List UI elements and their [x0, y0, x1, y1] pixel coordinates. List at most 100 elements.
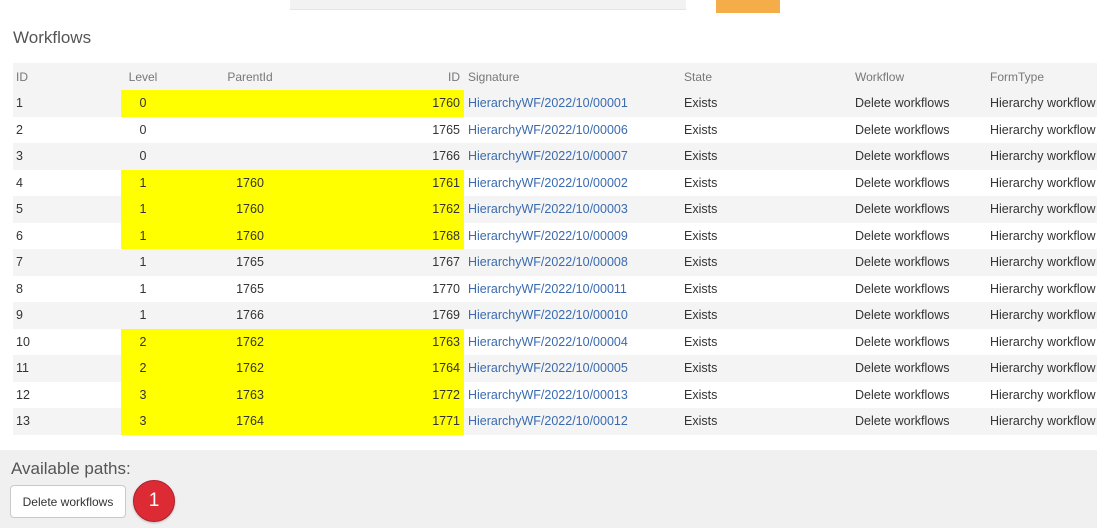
cell-state: Exists: [680, 408, 851, 435]
column-header-idx[interactable]: ID: [13, 63, 121, 90]
cell-workflow: Delete workflows: [851, 143, 986, 170]
annotation-badge: 1: [133, 480, 175, 522]
cell-state: Exists: [680, 302, 851, 329]
table-row[interactable]: 9 1 1766 1769 HierarchyWF/2022/10/00010 Exist…: [13, 302, 1097, 329]
cell-state: Exists: [680, 90, 851, 117]
cell-parent-id: 1762: [165, 355, 335, 382]
cell-idx: 12: [13, 381, 121, 408]
cell-form-type: Hierarchy workflow: [986, 275, 1097, 302]
cell-level: 0: [121, 116, 165, 143]
cell-state: Exists: [680, 381, 851, 408]
cell-idx: 4: [13, 169, 121, 196]
signature-link[interactable]: HierarchyWF/2022/10/00003: [468, 202, 628, 216]
signature-link[interactable]: HierarchyWF/2022/10/00012: [468, 414, 628, 428]
cell-form-type: Hierarchy workflow: [986, 381, 1097, 408]
cell-workflow: Delete workflows: [851, 90, 986, 117]
signature-link[interactable]: HierarchyWF/2022/10/00007: [468, 149, 628, 163]
column-header-workflow[interactable]: Workflow: [851, 63, 986, 90]
cell-form-type: Hierarchy workflow: [986, 355, 1097, 382]
cell-level: 2: [121, 328, 165, 355]
cell-signature: HierarchyWF/2022/10/00010: [464, 302, 680, 329]
table-row[interactable]: 1 0 1760 HierarchyWF/2022/10/00001 Exists Del…: [13, 90, 1097, 117]
cell-signature: HierarchyWF/2022/10/00004: [464, 328, 680, 355]
cell-parent-id: [165, 143, 335, 170]
cell-state: Exists: [680, 249, 851, 276]
table-row[interactable]: 4 1 1760 1761 HierarchyWF/2022/10/00002 Exist…: [13, 169, 1097, 196]
cell-state: Exists: [680, 196, 851, 223]
table-header-row: ID Level ParentId ID Signature State Wor…: [13, 63, 1097, 90]
table-row[interactable]: 5 1 1760 1762 HierarchyWF/2022/10/00003 Exist…: [13, 196, 1097, 223]
cell-level: 1: [121, 275, 165, 302]
table-row[interactable]: 10 2 1762 1763 HierarchyWF/2022/10/00004 Exis…: [13, 328, 1097, 355]
cell-idx: 3: [13, 143, 121, 170]
cell-level: 1: [121, 222, 165, 249]
cell-workflow: Delete workflows: [851, 116, 986, 143]
cell-form-type: Hierarchy workflow: [986, 408, 1097, 435]
cell-signature: HierarchyWF/2022/10/00002: [464, 169, 680, 196]
cell-form-type: Hierarchy workflow: [986, 116, 1097, 143]
available-paths-label: Available paths:: [11, 459, 131, 478]
cell-state: Exists: [680, 328, 851, 355]
signature-link[interactable]: HierarchyWF/2022/10/00009: [468, 229, 628, 243]
column-header-level[interactable]: Level: [121, 63, 165, 90]
cell-form-type: Hierarchy workflow: [986, 143, 1097, 170]
cell-level: 1: [121, 302, 165, 329]
cell-signature: HierarchyWF/2022/10/00007: [464, 143, 680, 170]
signature-link[interactable]: HierarchyWF/2022/10/00011: [468, 282, 627, 296]
signature-link[interactable]: HierarchyWF/2022/10/00008: [468, 255, 628, 269]
cell-signature: HierarchyWF/2022/10/00003: [464, 196, 680, 223]
top-orange-button[interactable]: [716, 0, 780, 13]
cell-form-type: Hierarchy workflow: [986, 302, 1097, 329]
cell-id: 1761: [335, 169, 464, 196]
cell-workflow: Delete workflows: [851, 275, 986, 302]
column-header-signature[interactable]: Signature: [464, 63, 680, 90]
cell-idx: 5: [13, 196, 121, 223]
table-row[interactable]: 11 2 1762 1764 HierarchyWF/2022/10/00005 Exis…: [13, 355, 1097, 382]
cell-form-type: Hierarchy workflow: [986, 222, 1097, 249]
top-search-bar[interactable]: [290, 0, 686, 10]
cell-idx: 10: [13, 328, 121, 355]
cell-level: 0: [121, 90, 165, 117]
cell-idx: 2: [13, 116, 121, 143]
signature-link[interactable]: HierarchyWF/2022/10/00002: [468, 176, 628, 190]
cell-state: Exists: [680, 275, 851, 302]
cell-id: 1763: [335, 328, 464, 355]
signature-link[interactable]: HierarchyWF/2022/10/00010: [468, 308, 628, 322]
cell-state: Exists: [680, 116, 851, 143]
signature-link[interactable]: HierarchyWF/2022/10/00001: [468, 96, 628, 110]
column-header-parent-id[interactable]: ParentId: [165, 63, 335, 90]
table-row[interactable]: 8 1 1765 1770 HierarchyWF/2022/10/00011 Exist…: [13, 275, 1097, 302]
table-row[interactable]: 6 1 1760 1768 HierarchyWF/2022/10/00009 Exist…: [13, 222, 1097, 249]
table-row[interactable]: 2 0 1765 HierarchyWF/2022/10/00006 Exists Del…: [13, 116, 1097, 143]
table-row[interactable]: 12 3 1763 1772 HierarchyWF/2022/10/00013 Exis…: [13, 381, 1097, 408]
signature-link[interactable]: HierarchyWF/2022/10/00005: [468, 361, 628, 375]
column-header-form-type[interactable]: FormType: [986, 63, 1097, 90]
signature-link[interactable]: HierarchyWF/2022/10/00006: [468, 123, 628, 137]
cell-idx: 1: [13, 90, 121, 117]
cell-workflow: Delete workflows: [851, 249, 986, 276]
cell-signature: HierarchyWF/2022/10/00009: [464, 222, 680, 249]
workflows-table-container: ID Level ParentId ID Signature State Wor…: [13, 63, 1097, 435]
signature-link[interactable]: HierarchyWF/2022/10/00004: [468, 335, 628, 349]
cell-signature: HierarchyWF/2022/10/00013: [464, 381, 680, 408]
cell-id: 1768: [335, 222, 464, 249]
cell-level: 1: [121, 196, 165, 223]
cell-parent-id: 1765: [165, 249, 335, 276]
table-row[interactable]: 3 0 1766 HierarchyWF/2022/10/00007 Exists Del…: [13, 143, 1097, 170]
column-header-id[interactable]: ID: [335, 63, 464, 90]
delete-workflows-button[interactable]: Delete workflows: [10, 485, 126, 518]
cell-signature: HierarchyWF/2022/10/00012: [464, 408, 680, 435]
cell-form-type: Hierarchy workflow: [986, 328, 1097, 355]
signature-link[interactable]: HierarchyWF/2022/10/00013: [468, 388, 628, 402]
table-row[interactable]: 7 1 1765 1767 HierarchyWF/2022/10/00008 Exist…: [13, 249, 1097, 276]
cell-id: 1762: [335, 196, 464, 223]
column-header-state[interactable]: State: [680, 63, 851, 90]
cell-id: 1767: [335, 249, 464, 276]
cell-parent-id: 1760: [165, 196, 335, 223]
cell-parent-id: [165, 90, 335, 117]
cell-idx: 6: [13, 222, 121, 249]
cell-level: 1: [121, 169, 165, 196]
table-row[interactable]: 13 3 1764 1771 HierarchyWF/2022/10/00012 Exis…: [13, 408, 1097, 435]
cell-idx: 9: [13, 302, 121, 329]
cell-state: Exists: [680, 222, 851, 249]
